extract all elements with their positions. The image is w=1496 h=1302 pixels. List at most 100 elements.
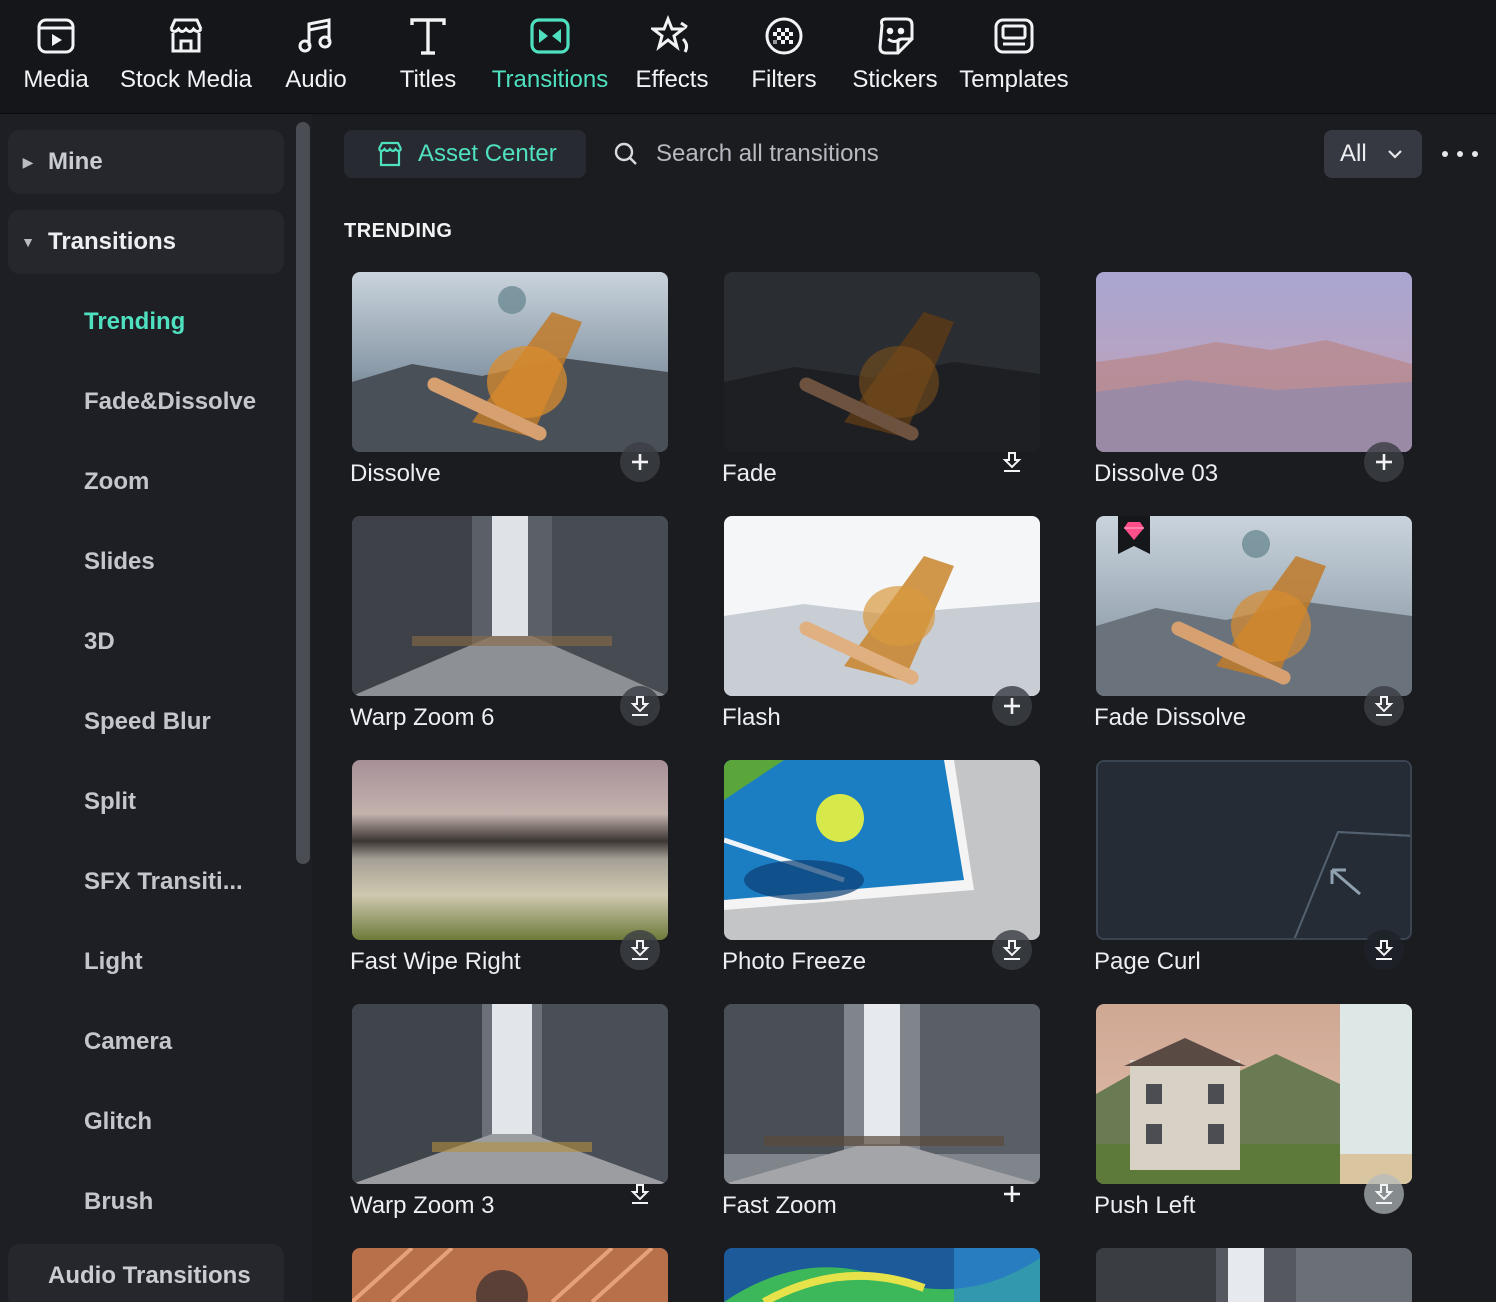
chevron-down-icon: [1387, 150, 1402, 159]
tab-filters[interactable]: Filters: [748, 14, 820, 106]
card-thumbnail: [1096, 516, 1412, 696]
premium-gem-icon: [1118, 516, 1150, 554]
transition-card-fade[interactable]: Fade: [722, 272, 1040, 494]
transition-card-flash[interactable]: Flash: [722, 516, 1040, 738]
tab-stickers[interactable]: Stickers: [850, 14, 940, 106]
transition-card-dissolve-03[interactable]: Dissolve 03: [1094, 272, 1412, 494]
download-button[interactable]: [620, 1174, 660, 1214]
tab-stock-media[interactable]: Stock Media: [118, 14, 254, 106]
stock-media-icon: [164, 14, 208, 58]
card-thumbnail: [724, 760, 1040, 940]
download-icon: [630, 1184, 650, 1204]
transition-card-page-curl[interactable]: Page Curl: [1094, 760, 1412, 982]
download-button[interactable]: [620, 686, 660, 726]
sidebar-item-trending[interactable]: Trending: [84, 308, 185, 336]
transition-card-photo-freeze[interactable]: Photo Freeze: [722, 760, 1040, 982]
download-icon: [1374, 696, 1394, 716]
category-sidebar: ▶ Mine ▼ Transitions Trending Fade&Disso…: [0, 114, 312, 1302]
card-thumbnail: [1096, 1248, 1412, 1302]
download-button[interactable]: [1364, 930, 1404, 970]
plus-icon: [1376, 454, 1392, 470]
add-button[interactable]: [992, 1174, 1032, 1214]
sidebar-item-speed-blur[interactable]: Speed Blur: [84, 708, 211, 736]
search-input[interactable]: [656, 132, 1176, 176]
sidebar-item-zoom[interactable]: Zoom: [84, 468, 149, 496]
transition-card-partial[interactable]: [724, 1248, 1040, 1302]
sidebar-item-glitch[interactable]: Glitch: [84, 1108, 152, 1136]
card-thumbnail: [352, 1248, 668, 1302]
download-button[interactable]: [992, 442, 1032, 482]
card-thumbnail: [1096, 1004, 1412, 1184]
transition-card-warp-zoom-6[interactable]: Warp Zoom 6: [350, 516, 668, 738]
sidebar-item-camera[interactable]: Camera: [84, 1028, 172, 1056]
sidebar-item-split[interactable]: Split: [84, 788, 136, 816]
sidebar-item-fade-dissolve[interactable]: Fade&Dissolve: [84, 388, 256, 416]
transition-card-fast-zoom[interactable]: Fast Zoom: [722, 1004, 1040, 1226]
transition-card-warp-zoom-3[interactable]: Warp Zoom 3: [350, 1004, 668, 1226]
sidebar-item-brush[interactable]: Brush: [84, 1188, 153, 1216]
add-button[interactable]: [992, 686, 1032, 726]
titles-t-icon: [406, 14, 450, 58]
card-thumbnail: [1096, 760, 1412, 940]
download-button[interactable]: [992, 930, 1032, 970]
download-icon: [1002, 452, 1022, 472]
tab-effects[interactable]: Effects: [634, 14, 710, 106]
card-thumbnail: [352, 760, 668, 940]
card-thumbnail: [724, 516, 1040, 696]
top-toolbar: Media Stock Media Audio Titles Transitio…: [0, 0, 1496, 114]
store-icon: [378, 141, 402, 167]
download-icon: [1374, 940, 1394, 960]
plus-icon: [1004, 1186, 1020, 1202]
transition-card-push-left[interactable]: Push Left: [1094, 1004, 1412, 1226]
sidebar-group-transitions[interactable]: ▼ Transitions: [8, 210, 284, 274]
media-icon: [34, 14, 78, 58]
download-icon: [1374, 1184, 1394, 1204]
download-button[interactable]: [1364, 1174, 1404, 1214]
sidebar-group-audio-transitions[interactable]: Audio Transitions: [8, 1244, 284, 1302]
download-icon: [630, 696, 650, 716]
card-thumbnail: [1096, 272, 1412, 452]
card-thumbnail: [352, 516, 668, 696]
sidebar-group-mine[interactable]: ▶ Mine: [8, 130, 284, 194]
effects-star-icon: [650, 14, 694, 58]
sidebar-item-light[interactable]: Light: [84, 948, 143, 976]
add-button[interactable]: [1364, 442, 1404, 482]
sidebar-scrollbar[interactable]: [296, 122, 310, 864]
sidebar-item-3d[interactable]: 3D: [84, 628, 115, 656]
plus-icon: [1004, 698, 1020, 714]
plus-icon: [632, 454, 648, 470]
card-thumbnail: [724, 1004, 1040, 1184]
download-icon: [630, 940, 650, 960]
tab-media[interactable]: Media: [22, 14, 90, 106]
sidebar-item-slides[interactable]: Slides: [84, 548, 155, 576]
filters-icon: [762, 14, 806, 58]
download-button[interactable]: [1364, 686, 1404, 726]
transition-card-dissolve[interactable]: Dissolve: [350, 272, 668, 494]
caret-down-icon: ▼: [21, 234, 35, 250]
audio-note-icon: [294, 14, 338, 58]
sidebar-item-sfx-transitions[interactable]: SFX Transiti...: [84, 868, 243, 896]
transition-card-fast-wipe-right[interactable]: Fast Wipe Right: [350, 760, 668, 982]
add-button[interactable]: [620, 442, 660, 482]
section-title: TRENDING: [344, 220, 453, 242]
transitions-icon: [528, 14, 572, 58]
card-thumbnail: [352, 272, 668, 452]
card-thumbnail: [724, 1248, 1040, 1302]
tab-transitions[interactable]: Transitions: [490, 14, 610, 106]
transition-card-partial[interactable]: [1096, 1248, 1412, 1302]
filter-dropdown[interactable]: All: [1324, 130, 1422, 178]
download-icon: [1002, 940, 1022, 960]
tab-titles[interactable]: Titles: [396, 14, 460, 106]
transition-card-fade-dissolve[interactable]: Fade Dissolve: [1094, 516, 1412, 738]
templates-icon: [992, 14, 1036, 58]
download-button[interactable]: [620, 930, 660, 970]
more-options-button[interactable]: [1442, 138, 1478, 170]
asset-center-button[interactable]: Asset Center: [344, 130, 586, 178]
transitions-panel: Asset Center All TRENDING Dissolve Fade: [312, 114, 1496, 1302]
tab-audio[interactable]: Audio: [282, 14, 350, 106]
transition-card-partial[interactable]: [352, 1248, 668, 1302]
caret-right-icon: ▶: [22, 153, 34, 170]
stickers-icon: [873, 14, 917, 58]
card-thumbnail: [352, 1004, 668, 1184]
tab-templates[interactable]: Templates: [958, 14, 1070, 106]
